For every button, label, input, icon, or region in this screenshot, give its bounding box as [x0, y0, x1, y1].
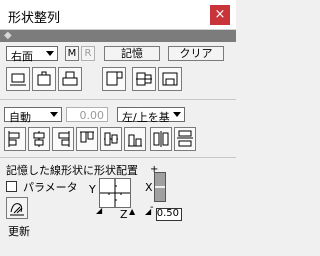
face-select[interactable]: 右面 — [6, 46, 58, 63]
align-left-icon — [106, 71, 123, 86]
align-left-button[interactable] — [102, 67, 126, 91]
spacing-input[interactable]: 0.00 — [66, 107, 108, 122]
align-center-x-icon — [33, 131, 45, 147]
shape-update-icon — [10, 203, 24, 216]
align-left-edge-button[interactable] — [4, 127, 26, 151]
m-toggle[interactable]: M — [65, 46, 79, 61]
align-bottom-edge-button[interactable] — [124, 127, 146, 151]
chevron-down-icon — [173, 112, 181, 117]
face-select-value: 右面 — [11, 50, 33, 63]
align-left-edge-icon — [8, 131, 20, 147]
distribute-h-button[interactable] — [150, 127, 172, 151]
base-select[interactable]: 左/上を基 — [117, 107, 185, 124]
distribute-v-button[interactable] — [174, 127, 196, 151]
align-right-button[interactable] — [158, 67, 182, 91]
axis-grid-icon — [100, 179, 130, 207]
r-toggle-label: R — [84, 48, 92, 59]
axis-z-label: Z — [120, 208, 128, 221]
close-button[interactable]: × — [210, 5, 230, 25]
separator-1 — [0, 99, 236, 100]
axis-x-label: X — [145, 181, 153, 194]
mode-select[interactable]: 自動 — [4, 107, 62, 124]
axis-y-marker: ◢ — [96, 206, 103, 215]
align-right-edge-button[interactable] — [52, 127, 74, 151]
align-bottom-center-button[interactable] — [58, 67, 82, 91]
align-top-icon — [37, 71, 51, 86]
update-button[interactable] — [6, 197, 28, 219]
value-input-text: 0.50 — [156, 208, 179, 219]
align-right-edge-icon — [58, 131, 70, 147]
clear-button[interactable]: クリア — [168, 46, 224, 61]
align-top-edge-button[interactable] — [76, 127, 98, 151]
x-offset-slider[interactable] — [154, 172, 166, 202]
param-checkbox[interactable] — [6, 181, 17, 192]
m-toggle-label: M — [67, 48, 77, 59]
align-bottom-icon — [10, 73, 26, 86]
value-marker: ◢ — [145, 207, 152, 216]
update-label: 更新 — [8, 225, 30, 238]
align-center-x-button[interactable] — [28, 127, 50, 151]
memory-button[interactable]: 記憶 — [104, 46, 160, 61]
slider-divider — [155, 186, 165, 188]
spacing-input-value: 0.00 — [79, 109, 105, 122]
shape-section-heading: 記憶した線形状に形状配置 — [6, 164, 138, 177]
chevron-down-icon — [50, 112, 58, 117]
separator-2 — [0, 157, 236, 158]
chevron-down-icon — [46, 51, 54, 56]
r-toggle[interactable]: R — [81, 46, 95, 61]
panel-header-strip: ◆ — [0, 30, 236, 42]
align-top-edge-icon — [80, 131, 94, 143]
distribute-v-icon — [177, 130, 193, 147]
axis-y-label: Y — [89, 183, 96, 196]
collapse-diamond-icon[interactable]: ◆ — [4, 30, 12, 42]
align-middle-button[interactable] — [100, 127, 122, 151]
param-label: パラメータ — [23, 181, 78, 194]
align-bottom-edge-icon — [128, 134, 142, 147]
clear-button-label: クリア — [179, 47, 213, 60]
align-middle-icon — [104, 132, 118, 146]
align-top-button[interactable] — [32, 67, 56, 91]
memory-button-label: 記憶 — [121, 47, 143, 60]
title-bar: 形状整列 × — [0, 0, 236, 30]
base-select-value: 左/上を基 — [122, 111, 170, 124]
align-center-icon — [136, 72, 152, 86]
mode-select-value: 自動 — [9, 111, 31, 124]
axis-position-grid[interactable] — [99, 178, 131, 208]
align-center-button[interactable] — [132, 67, 156, 91]
align-bottom-button[interactable] — [6, 67, 30, 91]
distribute-h-icon — [153, 131, 169, 147]
align-right-icon — [162, 72, 178, 86]
close-icon: × — [214, 7, 226, 22]
value-input[interactable]: 0.50 — [156, 208, 182, 221]
axis-z-marker: ▲ — [129, 207, 136, 216]
window-title: 形状整列 — [8, 11, 61, 26]
align-bottom-center-icon — [62, 71, 78, 86]
